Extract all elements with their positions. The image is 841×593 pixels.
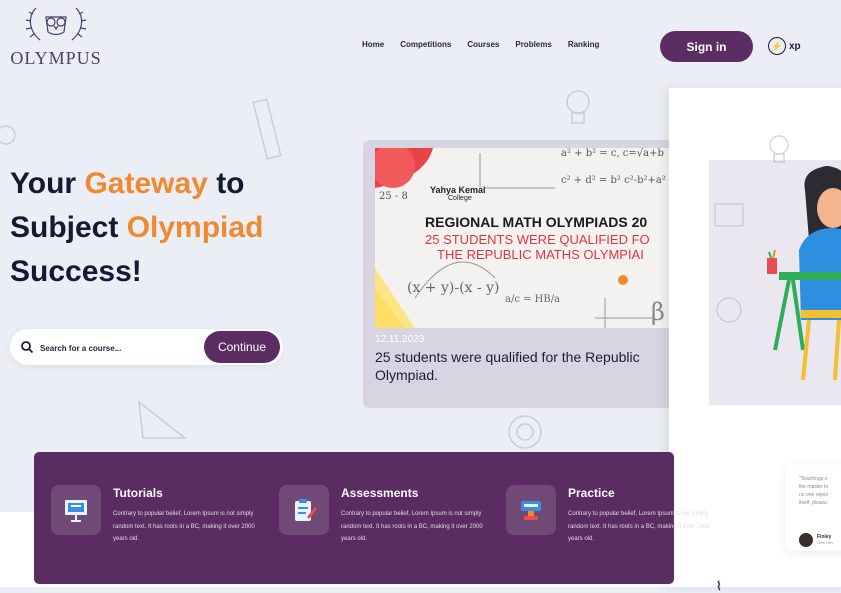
news-title[interactable]: 25 students were qualified for the Repub…	[375, 348, 673, 384]
clipboard-edit-icon	[279, 485, 329, 535]
news-image-sub-line: THE REPUBLIC MATHS OLYMPIAI	[437, 247, 644, 262]
news-image-sub-line: 25 STUDENTS WERE QUALIFIED FO	[425, 232, 650, 247]
testimonial-name: Finley Web Dev	[817, 534, 833, 545]
xp-label: xp	[789, 40, 801, 52]
presentation-board-icon	[51, 485, 101, 535]
feature-title: Assessments	[341, 486, 419, 500]
news-formula: a/c = HB/a	[505, 294, 561, 305]
beta-symbol: β	[651, 298, 665, 326]
ruler-doodle-icon	[252, 98, 282, 160]
hero-text: Subject	[10, 211, 127, 244]
nav-item-competitions[interactable]: Competitions	[400, 40, 451, 49]
feature-description: Contrary to popular belief, Lorem Ipsum …	[113, 511, 255, 542]
hero-accent-olympiad: Olympiad	[126, 211, 264, 244]
course-search-bar: Continue	[10, 329, 283, 367]
news-formula: (x + y)-(x - y)	[407, 280, 500, 296]
testimonial-quote-line: no one reject	[799, 492, 828, 498]
hero-accent-gateway: Gateway	[84, 167, 208, 200]
hero-text: Your	[10, 167, 85, 200]
news-formula: a² + b² = c, c=√a+b	[561, 148, 664, 159]
search-input[interactable]	[38, 329, 202, 367]
testimonial-quote-line: "Teachings o	[799, 476, 828, 482]
nav-item-problems[interactable]: Problems	[515, 40, 551, 49]
medal-icon	[618, 275, 628, 285]
xp-indicator[interactable]: ⚡ xp	[768, 37, 801, 55]
circle-doodle-icon	[0, 125, 16, 145]
testimonial-role: Web Dev	[817, 540, 834, 545]
owl-laurel-icon	[25, 7, 87, 41]
school-sub: College	[448, 195, 472, 202]
stamp-icon	[506, 485, 556, 535]
lightbulb-doodle-icon	[566, 90, 590, 124]
hero-text: Success!	[10, 255, 142, 288]
search-icon	[21, 341, 34, 354]
news-date: 12.11.2023	[375, 334, 425, 345]
testimonial-quote-line: the master to	[799, 484, 829, 490]
feature-description: Contrary to popular belief, Lorem Ipsum …	[568, 511, 710, 542]
feature-title: Tutorials	[113, 486, 163, 500]
brand-name: OLYMPUS	[10, 48, 102, 68]
hero-heading: Your Gateway to Subject Olympiad Success…	[10, 162, 263, 294]
hero-text: to	[207, 167, 245, 200]
nav-item-home[interactable]: Home	[362, 40, 384, 49]
continue-button[interactable]: Continue	[204, 331, 280, 363]
avatar	[799, 533, 813, 547]
partial-illustration-mark: ⌇	[716, 579, 722, 593]
testimonial-card: "Teachings o the master to no one reject…	[785, 465, 841, 551]
feature-title: Practice	[568, 486, 615, 500]
testimonial-quote-line: itself, pleasu	[799, 500, 827, 506]
news-image: a² + b² = c, c=√a+b c² + d² = b² c²-b²+a…	[375, 148, 673, 328]
main-nav: Home Competitions Courses Problems Ranki…	[362, 40, 615, 49]
news-card[interactable]: a² + b² = c, c=√a+b c² + d² = b² c²-b²+a…	[363, 140, 673, 408]
brand-logo[interactable]: OLYMPUS	[6, 2, 106, 72]
nav-item-courses[interactable]: Courses	[467, 40, 499, 49]
student-at-desk-illustration	[714, 166, 841, 381]
student-illustration	[709, 160, 841, 405]
school-logo-text: Yahya Kemal College	[430, 185, 486, 202]
compass-doodle-icon	[508, 415, 542, 449]
news-formula: c² + d² = b² c²-b²+a²	[561, 175, 666, 186]
triangle-ruler-doodle-icon	[138, 400, 188, 439]
testimonial-quote: "Teachings o the master to no one reject…	[799, 475, 828, 507]
news-image-subheadline: 25 STUDENTS WERE QUALIFIED FO THE REPUBL…	[425, 232, 650, 262]
features-section: Tutorials Contrary to popular belief, Lo…	[34, 452, 710, 584]
school-name: Yahya Kemal	[430, 185, 486, 195]
lightbulb-doodle-icon	[769, 135, 789, 163]
nav-item-ranking[interactable]: Ranking	[568, 40, 600, 49]
feature-description: Contrary to popular belief, Lorem Ipsum …	[341, 511, 483, 542]
news-image-headline: REGIONAL MATH OLYMPIADS 20	[425, 214, 648, 230]
news-formula: 25 - 8	[379, 191, 408, 202]
lightning-icon: ⚡	[768, 37, 786, 55]
signin-button[interactable]: Sign in	[660, 31, 753, 62]
